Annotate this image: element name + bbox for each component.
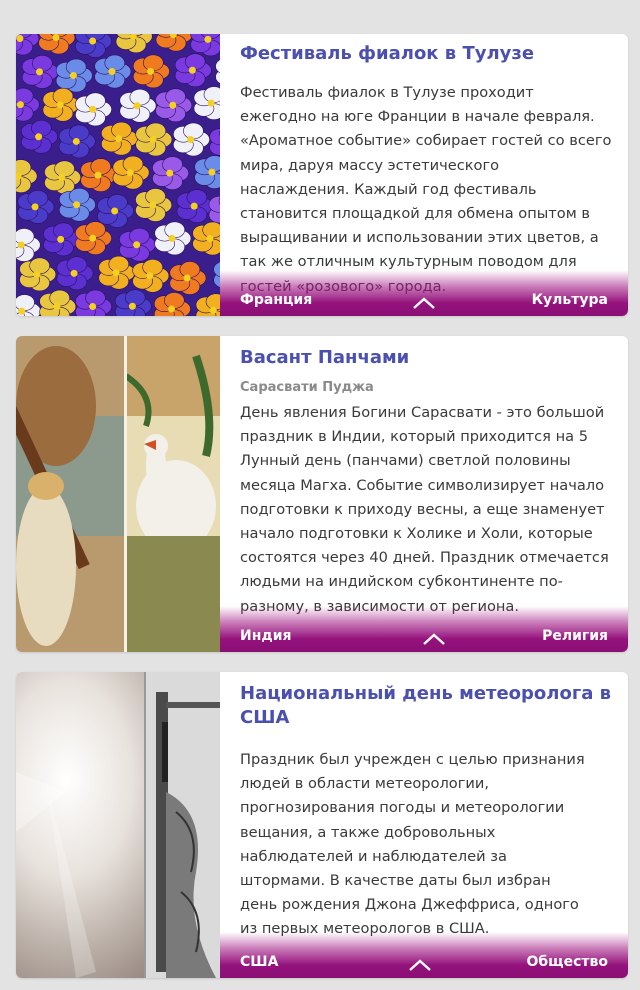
events-feed: Фестиваль фиалок в Тулузе Фестиваль фиал… [0, 0, 640, 990]
sky-engraving-icon [16, 672, 220, 978]
saraswati-painting-icon [16, 336, 220, 652]
event-text: Фестиваль фиалок в Тулузе проходит ежего… [240, 84, 612, 295]
event-country[interactable]: США [240, 954, 278, 970]
event-image-saraswati[interactable] [16, 336, 220, 652]
chevron-up-icon[interactable] [412, 296, 436, 310]
event-card[interactable]: Фестиваль фиалок в Тулузе Фестиваль фиал… [16, 34, 628, 316]
event-footer: Индия Религия [220, 606, 628, 652]
event-title[interactable]: Фестиваль фиалок в Тулузе [240, 42, 612, 66]
event-title[interactable]: Национальный день метеоролога в США [240, 682, 612, 730]
violets-photo-icon [16, 34, 220, 316]
event-category[interactable]: Религия [542, 628, 608, 644]
chevron-up-icon[interactable] [422, 632, 446, 646]
event-footer: США Общество [220, 932, 628, 978]
event-country[interactable]: Индия [240, 628, 292, 644]
event-country[interactable]: Франция [240, 292, 312, 308]
event-title[interactable]: Васант Панчами [240, 346, 612, 370]
event-card[interactable]: Васант Панчами Сарасвати Пуджа День явле… [16, 336, 628, 652]
event-text: Праздник был учрежден с целью признания … [240, 751, 585, 938]
event-image-meteorology[interactable] [16, 672, 220, 978]
event-card[interactable]: Национальный день метеоролога в США Праз… [16, 672, 628, 978]
event-text: День явления Богини Сарасвати - это боль… [240, 404, 609, 615]
chevron-up-icon[interactable] [408, 958, 432, 972]
event-category[interactable]: Общество [526, 954, 608, 970]
event-image-violets[interactable] [16, 34, 220, 316]
event-footer: Франция Культура [220, 270, 628, 316]
event-category[interactable]: Культура [532, 292, 608, 308]
event-subtitle: Сарасвати Пуджа [240, 380, 374, 395]
event-body: Васант Панчами Сарасвати Пуджа День явле… [240, 336, 612, 652]
